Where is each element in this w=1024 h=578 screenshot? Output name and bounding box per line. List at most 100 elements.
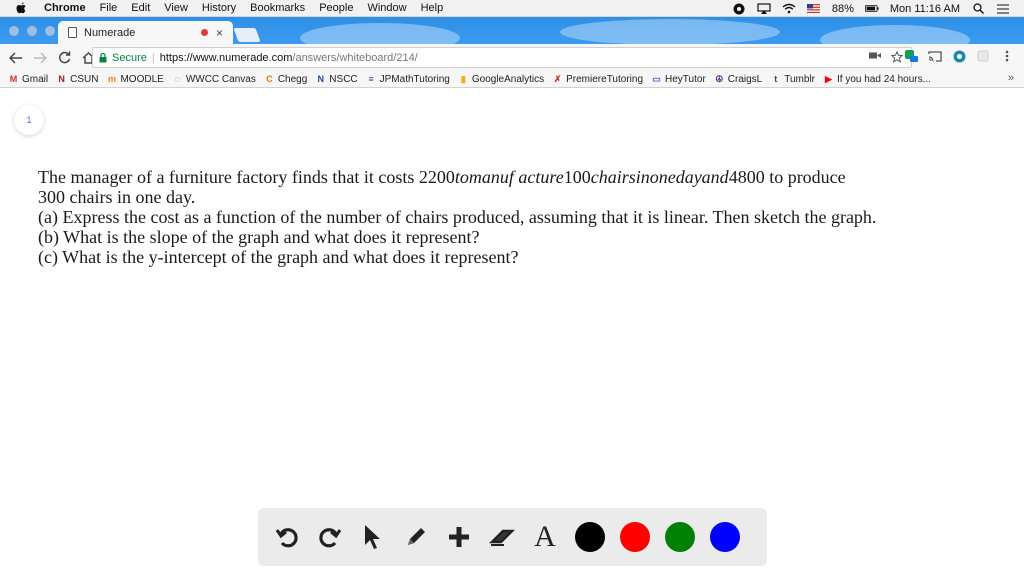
bookmark-label: HeyTutor: [665, 73, 706, 85]
us-flag-icon[interactable]: [807, 3, 821, 15]
bookmark-item[interactable]: N CSUN: [56, 74, 98, 85]
bookmark-item[interactable]: ◌ WWCC Canvas: [172, 74, 256, 85]
background-cloud: [560, 19, 780, 44]
heytutor-icon: ▭: [652, 73, 661, 84]
canvas-icon: ◌: [174, 74, 180, 84]
lock-icon[interactable]: [99, 53, 107, 63]
minimize-window-button[interactable]: [27, 26, 37, 36]
add-shape-icon[interactable]: [444, 522, 474, 552]
bookmark-label: PremiereTutoring: [566, 73, 644, 85]
macos-menu-bar: Chrome File Edit View History Bookmarks …: [0, 0, 1024, 17]
address-bar[interactable]: Secure | https://www.numerade.com /answe…: [92, 47, 912, 68]
bookmark-item[interactable]: m MOODLE: [106, 74, 164, 85]
youtube-icon: ▶: [825, 73, 832, 84]
browser-toolbar: Secure | https://www.numerade.com /answe…: [0, 44, 1024, 71]
color-red-swatch[interactable]: [620, 522, 650, 552]
craigslist-icon: ☮: [715, 73, 724, 84]
bookmark-item[interactable]: ☮ CraigsL: [714, 74, 762, 85]
cast-icon[interactable]: [928, 49, 942, 63]
bookmark-label: Gmail: [22, 73, 49, 85]
bookmark-item[interactable]: C Chegg: [264, 74, 307, 85]
bookmark-item[interactable]: ▭ HeyTutor: [651, 74, 706, 85]
jpmath-icon: ≡: [368, 74, 374, 84]
chrome-menu-icon[interactable]: [1000, 49, 1014, 63]
menu-window[interactable]: Window: [367, 2, 406, 14]
problem-line-2: 300 chairs in one day.: [38, 187, 196, 207]
undo-button[interactable]: [272, 522, 302, 552]
bookmark-label: CSUN: [70, 73, 99, 85]
tumblr-icon: t: [774, 74, 778, 84]
bookmark-item[interactable]: ≡ JPMathTutoring: [366, 74, 450, 85]
bookmark-label: WWCC Canvas: [185, 73, 256, 85]
extension-circle-icon[interactable]: [952, 49, 966, 63]
url-host: https://www.numerade.com: [159, 51, 293, 64]
analytics-icon: ▮: [460, 73, 466, 84]
forward-button[interactable]: [30, 48, 50, 68]
extension-blank-icon[interactable]: [976, 49, 990, 63]
status-area: 88% Mon 11:16 AM: [732, 0, 1010, 17]
address-bar-actions: [869, 50, 904, 66]
battery-percent: 88%: [831, 2, 854, 15]
wifi-icon[interactable]: [782, 3, 796, 15]
extension-badge-icon[interactable]: [904, 49, 918, 63]
secure-label: Secure: [112, 51, 147, 64]
text-tool-icon[interactable]: A: [530, 520, 560, 553]
apple-icon[interactable]: [16, 2, 28, 14]
whiteboard-page[interactable]: 1 The manager of a furniture factory fin…: [0, 89, 1024, 578]
clock[interactable]: Mon 11:16 AM: [890, 3, 960, 15]
spotlight-search-icon[interactable]: [971, 3, 985, 15]
bookmark-label: JPMathTutoring: [379, 73, 450, 85]
redo-button[interactable]: [315, 522, 345, 552]
bookmark-item[interactable]: M Gmail: [8, 74, 48, 85]
close-window-button[interactable]: [9, 26, 19, 36]
zoom-window-button[interactable]: [45, 26, 55, 36]
pencil-tool-icon[interactable]: [401, 522, 431, 552]
bookmark-item[interactable]: t Tumblr: [770, 74, 815, 85]
csun-icon: N: [58, 74, 65, 84]
close-tab-button[interactable]: ×: [216, 26, 223, 40]
nscc-icon: N: [317, 74, 325, 84]
page-icon: [68, 27, 77, 38]
bookmark-label: NSCC: [329, 73, 358, 85]
bookmark-item[interactable]: ✗ PremiereTutoring: [552, 74, 643, 85]
reload-button[interactable]: [54, 48, 74, 68]
evernote-icon[interactable]: [732, 3, 746, 15]
menu-view[interactable]: View: [164, 2, 188, 14]
new-tab-button[interactable]: [233, 28, 261, 42]
menu-edit[interactable]: Edit: [131, 2, 150, 14]
bookmark-item[interactable]: ▮ GoogleAnalytics: [458, 74, 544, 85]
bookmarks-bar: M Gmail N CSUN m MOODLE ◌ WWCC Canvas C Chegg N NSC…: [0, 71, 1024, 88]
bookmark-label: If you had 24 hours...: [837, 73, 931, 85]
notification-center-icon[interactable]: [996, 3, 1010, 15]
problem-part-a: (a) Express the cost as a function of th…: [38, 207, 877, 227]
eraser-tool-icon[interactable]: [487, 522, 517, 552]
tab-strip: Numerade ×: [0, 17, 1024, 44]
color-black-swatch[interactable]: [575, 522, 605, 552]
menu-app-name[interactable]: Chrome: [44, 2, 86, 14]
recording-indicator-icon: [200, 29, 208, 36]
page-number-badge[interactable]: 1: [14, 105, 44, 135]
bookmark-item[interactable]: N NSCC: [315, 73, 358, 85]
problem-text: The manager of a furniture factory finds…: [38, 167, 1023, 267]
bookmark-item[interactable]: ▶ If you had 24 hours...: [823, 74, 931, 85]
menu-file[interactable]: File: [100, 2, 118, 14]
tab-numerade[interactable]: Numerade ×: [58, 21, 233, 44]
chegg-icon: C: [266, 74, 273, 84]
url-path: /answers/whiteboard/214/: [292, 51, 418, 64]
menu-help[interactable]: Help: [421, 2, 444, 14]
menu-people[interactable]: People: [319, 2, 353, 14]
problem-part-c: (c) What is the y-intercept of the graph…: [38, 247, 519, 267]
menu-history[interactable]: History: [202, 2, 236, 14]
airplay-icon[interactable]: [757, 3, 771, 15]
bookmark-label: Chegg: [277, 73, 308, 85]
pointer-tool-icon[interactable]: [358, 522, 388, 552]
color-blue-swatch[interactable]: [710, 522, 740, 552]
color-green-swatch[interactable]: [665, 522, 695, 552]
battery-icon[interactable]: [864, 3, 879, 15]
back-button[interactable]: [6, 48, 26, 68]
menu-bookmarks[interactable]: Bookmarks: [250, 2, 305, 14]
bookmark-star-icon[interactable]: [890, 50, 904, 66]
tab-title: Numerade: [84, 26, 136, 39]
bookmarks-overflow-button[interactable]: »: [1008, 72, 1014, 84]
camera-icon[interactable]: [869, 51, 881, 66]
